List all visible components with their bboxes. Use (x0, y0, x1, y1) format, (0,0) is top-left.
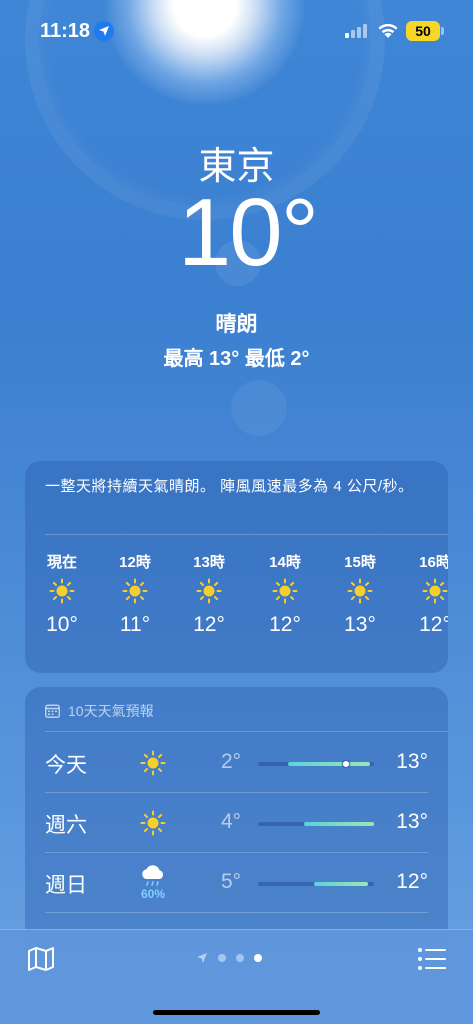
hourly-item: 現在 10° (32, 551, 92, 637)
temp-range-bar (258, 761, 374, 767)
sun-icon (133, 801, 173, 845)
hour-label: 16時 (419, 554, 448, 571)
page-dot (236, 954, 244, 962)
high-low-temperature: 最高 13° 最低 2° (163, 348, 310, 370)
calendar-icon (45, 704, 60, 718)
hour-label: 13時 (193, 554, 225, 571)
hourly-item: 15時 13° (330, 551, 390, 637)
wifi-icon (378, 23, 398, 38)
current-temperature: 10° (177, 179, 319, 286)
day-name: 週日 (45, 874, 87, 897)
sun-icon (179, 571, 239, 611)
day-high: 13° (396, 750, 428, 773)
day-row[interactable]: 週六 4° 13° (25, 793, 448, 853)
precipitation-chance: 60% (140, 887, 166, 901)
day-high: 13° (396, 810, 428, 833)
hourly-forecast-card[interactable]: 一整天將持續天氣晴朗。 陣風風速最多為 4 公尺/秒。 現在 10° 12時 1… (25, 461, 448, 673)
hourly-item: 16時 12° (405, 551, 448, 637)
day-row[interactable]: 週日 60% 5° 12° (25, 853, 448, 913)
hour-temp: 13° (344, 613, 376, 636)
page-dot (218, 954, 226, 962)
day-low: 5° (221, 870, 242, 893)
status-time: 11:18 (40, 20, 91, 42)
ten-day-header: 10天天氣預報 (45, 701, 154, 721)
sun-icon (330, 571, 390, 611)
status-bar: 11:18 50 (0, 0, 473, 60)
current-temp-marker (343, 761, 349, 767)
sun-icon (133, 741, 173, 785)
sun-icon (32, 571, 92, 611)
hour-temp: 12° (193, 613, 225, 636)
list-icon[interactable] (417, 946, 447, 972)
location-arrow-icon (197, 953, 207, 963)
sun-icon (255, 571, 315, 611)
day-high: 12° (396, 870, 428, 893)
hourly-item: 14時 12° (255, 551, 315, 637)
day-low: 4° (221, 810, 242, 833)
temp-range-bar (258, 882, 374, 886)
sun-icon (105, 571, 165, 611)
sun-icon (405, 571, 448, 611)
temp-range-fill (288, 762, 370, 766)
map-icon[interactable] (26, 945, 56, 973)
cloud-rain-icon: 60% (133, 861, 173, 905)
day-name: 今天 (45, 754, 87, 777)
current-condition: 晴朗 (215, 313, 258, 336)
page-dot-active (254, 954, 262, 962)
temp-range-fill (314, 882, 368, 886)
ten-day-title: 10天天氣預報 (68, 703, 154, 719)
hourly-item: 13時 12° (179, 551, 239, 637)
battery-icon: 50 (406, 21, 440, 41)
location-arrow-icon (94, 21, 114, 41)
hour-temp: 12° (269, 613, 301, 636)
ten-day-forecast-card[interactable]: 10天天氣預報 今天 2° 13° 週六 4° 13° 週日 60% 5° 12… (25, 687, 448, 947)
divider (45, 534, 448, 535)
cellular-signal-icon (345, 24, 371, 38)
lens-flare (231, 380, 287, 436)
battery-cap (441, 27, 444, 35)
hour-label: 14時 (269, 554, 301, 571)
temp-range-fill (304, 822, 374, 826)
hour-label: 15時 (344, 554, 376, 571)
bottom-toolbar (0, 929, 473, 1024)
page-indicator[interactable] (196, 950, 262, 966)
hourly-item: 12時 11° (105, 551, 165, 637)
hour-temp: 12° (419, 613, 448, 636)
day-name: 週六 (45, 814, 87, 837)
home-indicator[interactable] (153, 1010, 320, 1015)
day-low: 2° (221, 750, 242, 773)
hour-label: 現在 (46, 554, 77, 571)
forecast-summary: 一整天將持續天氣晴朗。 陣風風速最多為 4 公尺/秒。 (45, 478, 414, 495)
temp-range-bar (258, 822, 374, 826)
hour-temp: 10° (46, 613, 78, 636)
divider (45, 912, 428, 913)
hour-temp: 11° (119, 613, 151, 636)
hour-label: 12時 (119, 554, 151, 571)
day-row[interactable]: 今天 2° 13° (25, 733, 448, 793)
divider (45, 731, 448, 732)
